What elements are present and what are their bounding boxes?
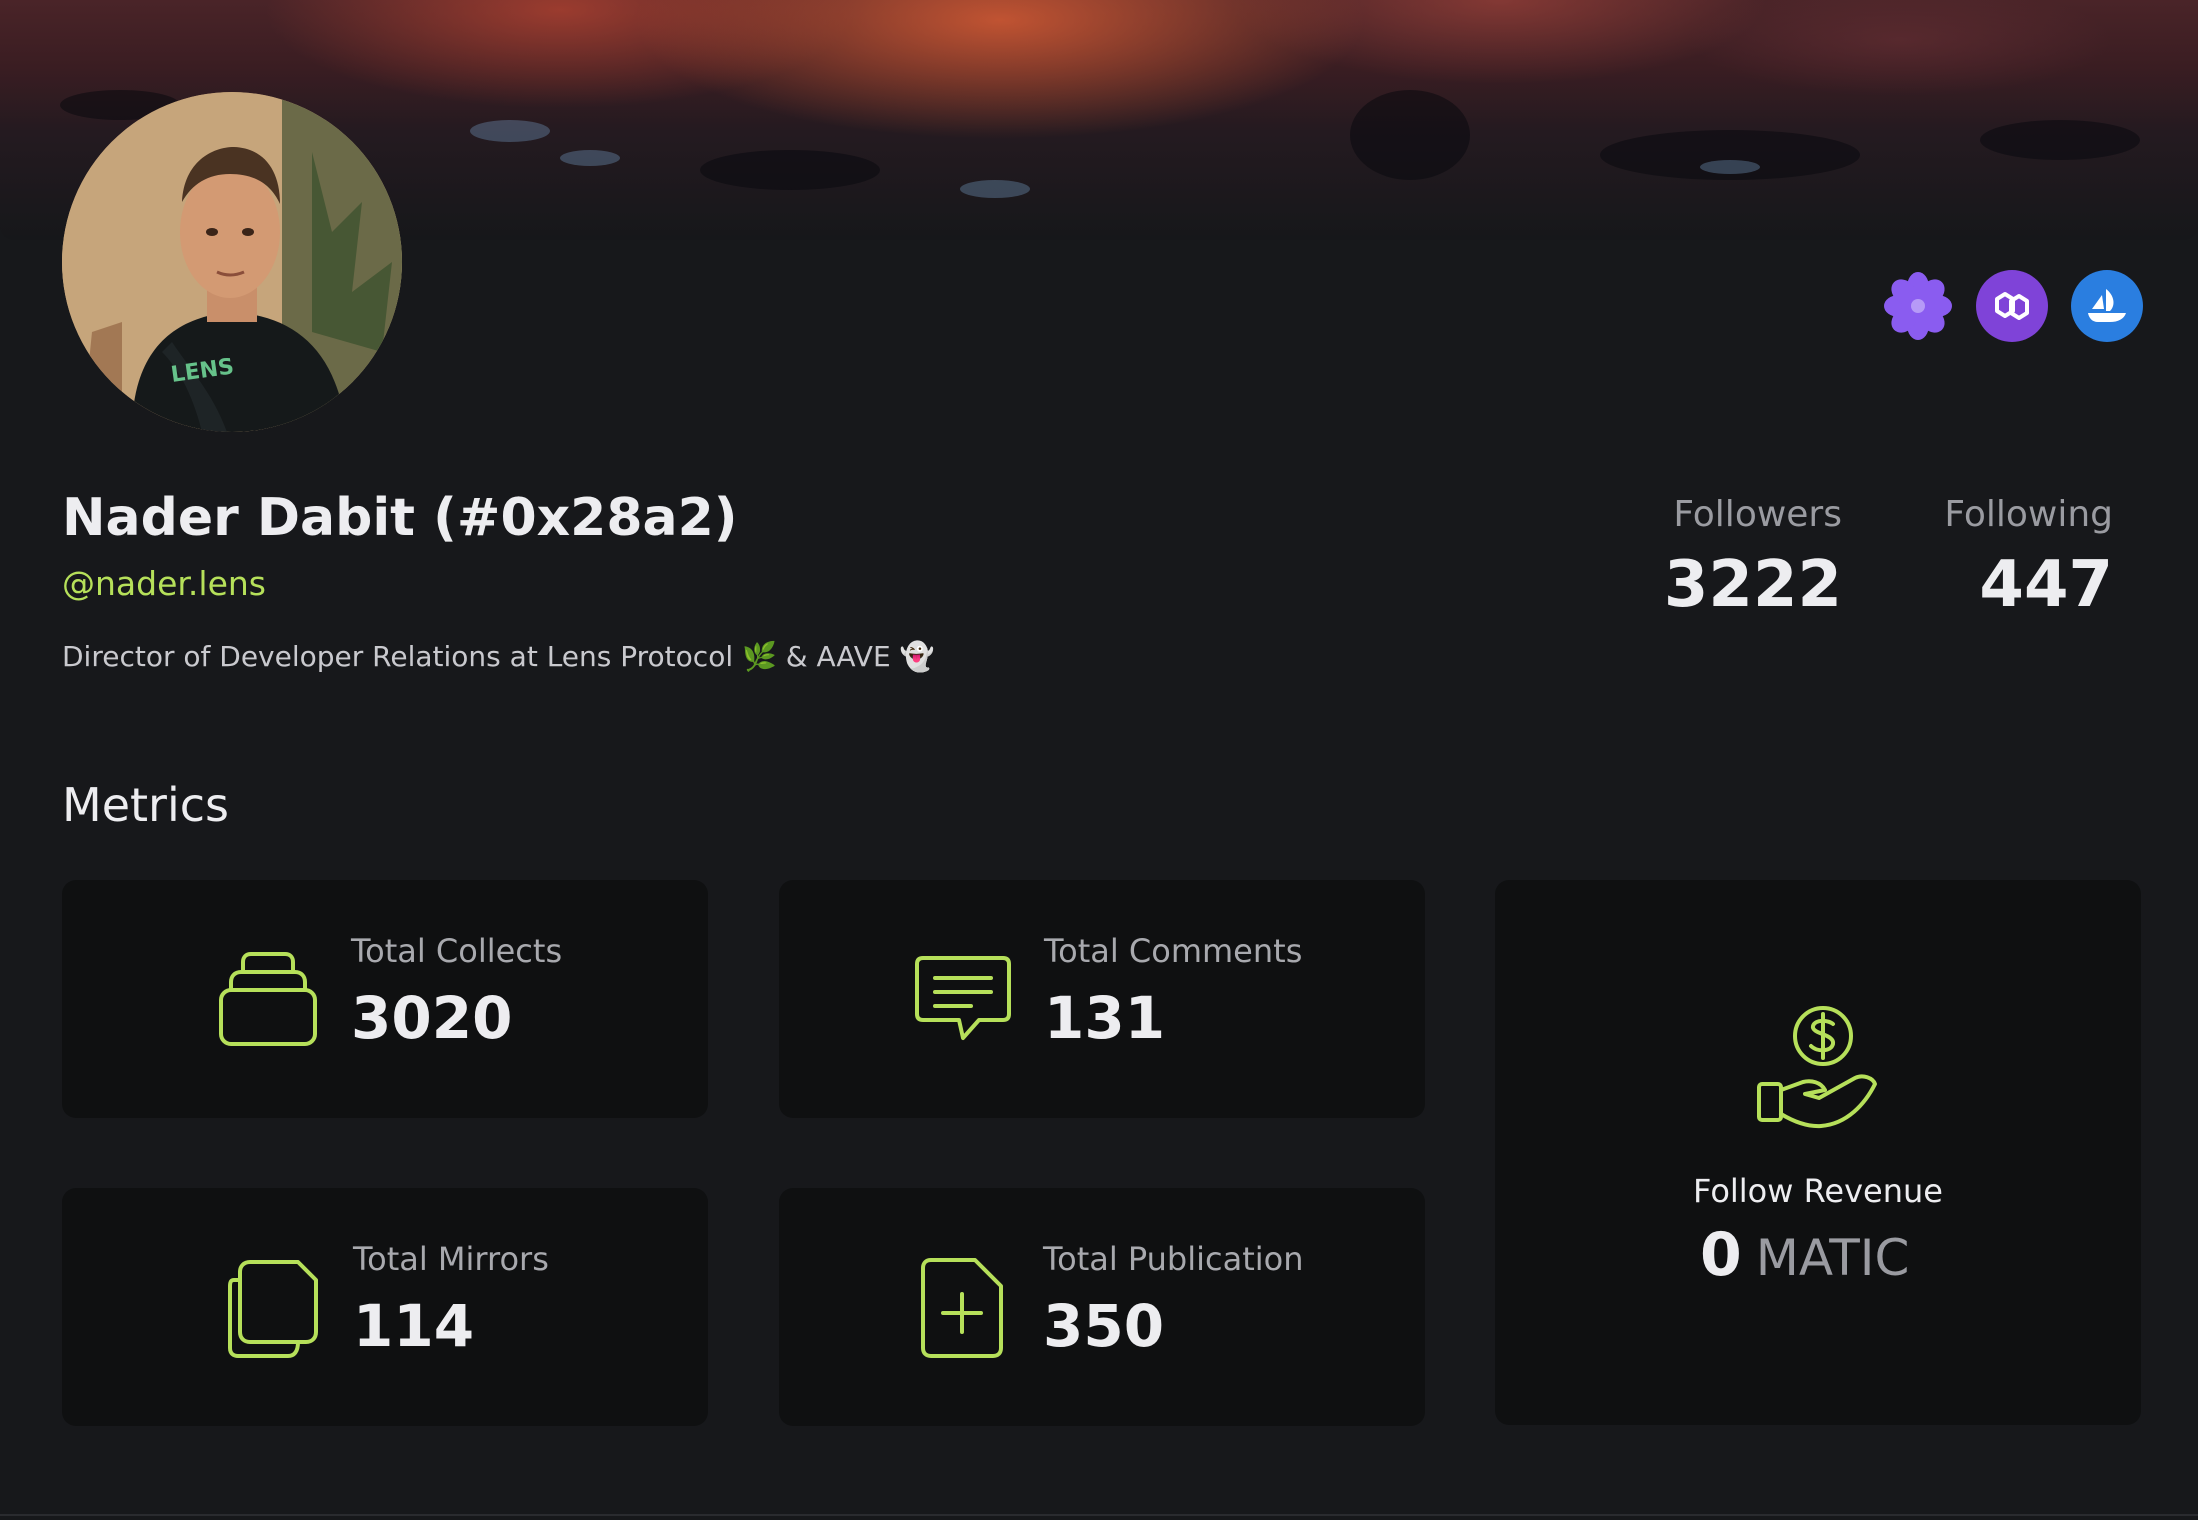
profile-page: LENS Nader Dabit (#0x28a2) @nader.lens D… (0, 0, 2198, 1520)
collects-card: Total Collects 3020 (62, 880, 708, 1118)
profile-bio: Director of Developer Relations at Lens … (62, 640, 935, 673)
page-divider (0, 1514, 2198, 1516)
add-document-icon (921, 1256, 1005, 1364)
followers-label[interactable]: Followers (1673, 494, 1842, 535)
profile-name: Nader Dabit (#0x28a2) (62, 488, 738, 548)
publication-value: 350 (1043, 1292, 1165, 1360)
hand-dollar-icon (1755, 1004, 1879, 1138)
publication-card: Total Publication 350 (779, 1188, 1425, 1426)
lens-flower-icon[interactable] (1882, 270, 1954, 342)
comments-label: Total Comments (1044, 932, 1303, 970)
polygon-icon[interactable] (1976, 270, 2048, 342)
copy-icon (228, 1258, 320, 1364)
comments-value: 131 (1044, 984, 1166, 1052)
following-count[interactable]: 447 (1979, 548, 2113, 622)
metrics-heading: Metrics (62, 778, 229, 832)
revenue-amount: 0 MATIC (1700, 1220, 1909, 1290)
following-label[interactable]: Following (1944, 494, 2113, 535)
profile-handle[interactable]: @nader.lens (62, 564, 266, 603)
mirrors-value: 114 (353, 1292, 475, 1360)
mirrors-label: Total Mirrors (353, 1240, 549, 1278)
collects-label: Total Collects (351, 932, 563, 970)
collection-stack-icon (217, 948, 321, 1056)
revenue-label: Follow Revenue (1693, 1172, 1943, 1210)
revenue-unit: MATIC (1755, 1229, 1910, 1287)
opensea-icon[interactable] (2071, 270, 2143, 342)
profile-avatar: LENS (62, 92, 402, 432)
comments-card: Total Comments 131 (779, 880, 1425, 1118)
chat-bubble-icon (913, 952, 1013, 1056)
collects-value: 3020 (351, 984, 513, 1052)
mirrors-card: Total Mirrors 114 (62, 1188, 708, 1426)
revenue-value: 0 (1700, 1220, 1742, 1290)
followers-count[interactable]: 3222 (1664, 548, 1842, 622)
publication-label: Total Publication (1043, 1240, 1304, 1278)
revenue-card: Follow Revenue 0 MATIC (1495, 880, 2141, 1425)
